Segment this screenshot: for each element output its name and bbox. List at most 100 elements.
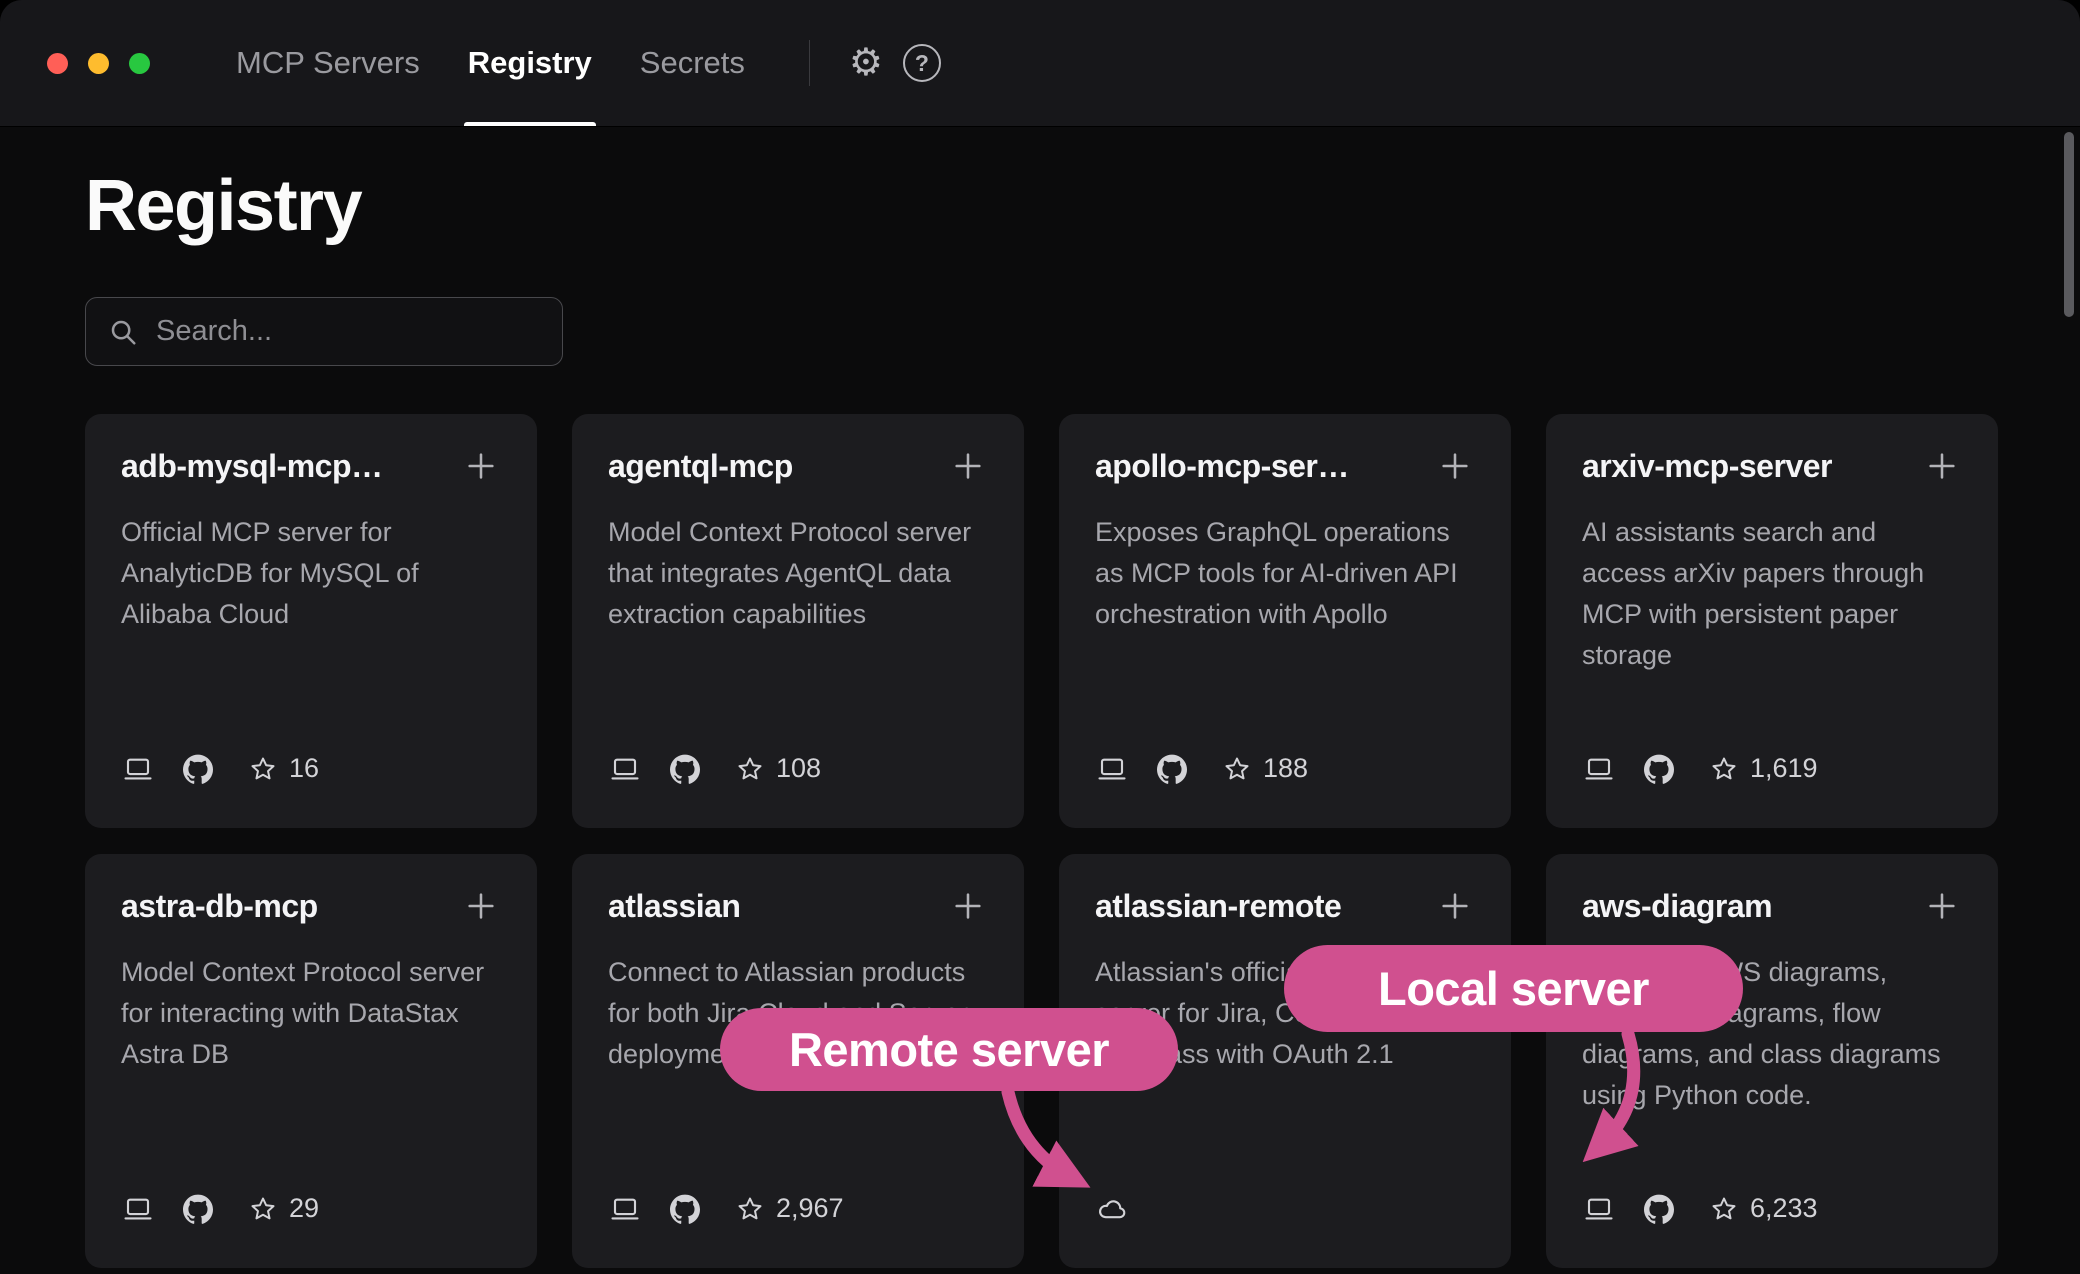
gear-icon: ⚙: [849, 44, 883, 82]
laptop-icon: [121, 754, 155, 784]
github-icon[interactable]: [670, 1194, 700, 1224]
plus-icon: [464, 449, 498, 483]
server-card-aws-diagram[interactable]: aws-diagram Generate AWS diagrams, seque…: [1546, 854, 1998, 1268]
server-description: Atlassian's official remote server for J…: [1095, 952, 1475, 1075]
add-server-button[interactable]: [1435, 446, 1475, 486]
star-icon: [1710, 1195, 1738, 1223]
star-rating: 108: [736, 753, 821, 784]
server-name: arxiv-mcp-server: [1582, 448, 1832, 485]
server-description: Exposes GraphQL operations as MCP tools …: [1095, 512, 1475, 635]
server-description: Model Context Protocol server for intera…: [121, 952, 501, 1075]
star-count: 6,233: [1750, 1193, 1818, 1224]
star-count: 1,619: [1750, 753, 1818, 784]
app-window: MCP Servers Registry Secrets ⚙ ? Registr…: [0, 0, 2080, 1274]
github-icon[interactable]: [183, 754, 213, 784]
star-rating: 188: [1223, 753, 1308, 784]
add-server-button[interactable]: [461, 886, 501, 926]
github-icon[interactable]: [1644, 754, 1674, 784]
server-card-agentql[interactable]: agentql-mcp Model Context Protocol serve…: [572, 414, 1024, 828]
cloud-icon: [1095, 1194, 1129, 1224]
laptop-icon: [608, 754, 642, 784]
star-icon: [1710, 755, 1738, 783]
server-meta: 16: [121, 753, 319, 784]
github-icon[interactable]: [183, 1194, 213, 1224]
server-card-atlassian[interactable]: atlassian Connect to Atlassian products …: [572, 854, 1024, 1268]
server-name: agentql-mcp: [608, 448, 793, 485]
server-description: Connect to Atlassian products for both J…: [608, 952, 988, 1075]
server-description: Model Context Protocol server that integ…: [608, 512, 988, 635]
laptop-icon: [608, 1194, 642, 1224]
server-card-arxiv[interactable]: arxiv-mcp-server AI assistants search an…: [1546, 414, 1998, 828]
star-count: 2,967: [776, 1193, 844, 1224]
laptop-icon: [1582, 754, 1616, 784]
star-icon: [1223, 755, 1251, 783]
server-meta: 2,967: [608, 1193, 844, 1224]
tab-registry[interactable]: Registry: [468, 0, 592, 126]
zoom-window-button[interactable]: [129, 53, 150, 74]
github-icon[interactable]: [1644, 1194, 1674, 1224]
search-input[interactable]: [156, 315, 540, 348]
server-card-astra-db[interactable]: astra-db-mcp Model Context Protocol serv…: [85, 854, 537, 1268]
server-name: aws-diagram: [1582, 888, 1772, 925]
minimize-window-button[interactable]: [88, 53, 109, 74]
star-icon: [249, 1195, 277, 1223]
star-rating: 6,233: [1710, 1193, 1818, 1224]
server-name: atlassian-remote: [1095, 888, 1341, 925]
window-controls: [47, 0, 150, 126]
star-rating: 16: [249, 753, 319, 784]
close-window-button[interactable]: [47, 53, 68, 74]
server-meta: 6,233: [1582, 1193, 1818, 1224]
server-name: adb-mysql-mcp…: [121, 448, 382, 485]
laptop-icon: [1582, 1194, 1616, 1224]
laptop-icon: [121, 1194, 155, 1224]
page-title: Registry: [85, 165, 2080, 247]
plus-icon: [951, 449, 985, 483]
server-card-atlassian-remote[interactable]: atlassian-remote Atlassian's official re…: [1059, 854, 1511, 1268]
server-grid: adb-mysql-mcp… Official MCP server for A…: [85, 414, 2080, 1268]
star-count: 188: [1263, 753, 1308, 784]
server-name: apollo-mcp-ser…: [1095, 448, 1349, 485]
server-card-apollo[interactable]: apollo-mcp-ser… Exposes GraphQL operatio…: [1059, 414, 1511, 828]
add-server-button[interactable]: [1922, 886, 1962, 926]
server-meta: 108: [608, 753, 821, 784]
server-name: atlassian: [608, 888, 740, 925]
registry-page: Registry adb-mysql-mcp… Official MCP ser…: [0, 127, 2080, 1268]
server-meta: 1,619: [1582, 753, 1818, 784]
star-count: 29: [289, 1193, 319, 1224]
server-card-adb-mysql[interactable]: adb-mysql-mcp… Official MCP server for A…: [85, 414, 537, 828]
github-icon[interactable]: [670, 754, 700, 784]
help-icon: ?: [903, 44, 941, 82]
search-box[interactable]: [85, 297, 563, 366]
server-meta: [1095, 1194, 1129, 1224]
star-count: 16: [289, 753, 319, 784]
main-nav: MCP Servers Registry Secrets: [212, 0, 769, 126]
add-server-button[interactable]: [1435, 886, 1475, 926]
star-rating: 1,619: [1710, 753, 1818, 784]
plus-icon: [1925, 449, 1959, 483]
github-icon[interactable]: [1157, 754, 1187, 784]
star-icon: [736, 1195, 764, 1223]
add-server-button[interactable]: [948, 886, 988, 926]
plus-icon: [464, 889, 498, 923]
star-rating: 2,967: [736, 1193, 844, 1224]
settings-button[interactable]: ⚙: [838, 44, 894, 82]
tab-secrets[interactable]: Secrets: [640, 0, 745, 126]
title-bar: MCP Servers Registry Secrets ⚙ ?: [0, 0, 2080, 127]
plus-icon: [951, 889, 985, 923]
help-button[interactable]: ?: [894, 44, 950, 82]
add-server-button[interactable]: [948, 446, 988, 486]
server-meta: 29: [121, 1193, 319, 1224]
scrollbar-thumb[interactable]: [2064, 132, 2074, 317]
add-server-button[interactable]: [1922, 446, 1962, 486]
star-rating: 29: [249, 1193, 319, 1224]
server-description: Official MCP server for AnalyticDB for M…: [121, 512, 501, 635]
plus-icon: [1925, 889, 1959, 923]
search-icon: [108, 317, 138, 347]
server-description: AI assistants search and access arXiv pa…: [1582, 512, 1962, 676]
star-icon: [736, 755, 764, 783]
star-count: 108: [776, 753, 821, 784]
laptop-icon: [1095, 754, 1129, 784]
tab-mcp-servers[interactable]: MCP Servers: [236, 0, 420, 126]
add-server-button[interactable]: [461, 446, 501, 486]
plus-icon: [1438, 889, 1472, 923]
